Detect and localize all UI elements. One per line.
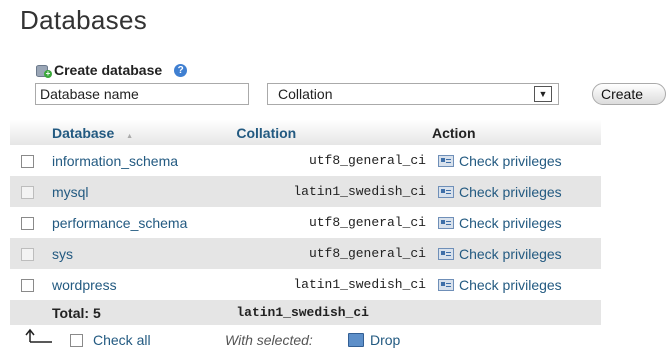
check-privileges-link[interactable]: Check privileges <box>459 184 562 200</box>
header-action: Action <box>431 120 601 145</box>
page-title: Databases <box>20 5 147 35</box>
row-checkbox[interactable] <box>21 186 34 200</box>
drop-icon <box>348 333 364 347</box>
table-header-row: Database ▲ Collation Action <box>10 120 601 145</box>
check-privileges-link[interactable]: Check privileges <box>459 153 562 169</box>
header-database[interactable]: Database ▲ <box>51 120 237 145</box>
create-database-heading: + Create database ? <box>36 62 188 78</box>
table-footer: Check all With selected: Drop <box>0 328 666 354</box>
drop-link[interactable]: Drop <box>370 332 400 348</box>
table-row: performance_schema utf8_general_ci Check… <box>10 207 601 238</box>
collation-cell: latin1_swedish_ci <box>236 176 432 207</box>
row-checkbox[interactable] <box>21 217 34 231</box>
collation-select[interactable]: Collation ▼ <box>267 83 559 105</box>
header-checkbox-cell <box>10 120 52 145</box>
table-row: information_schema utf8_general_ci Check… <box>10 145 601 176</box>
databases-table: Database ▲ Collation Action information_… <box>10 120 601 325</box>
table-row: sys utf8_general_ci Check privileges <box>10 238 601 269</box>
header-collation[interactable]: Collation <box>236 120 432 145</box>
drop-button[interactable]: Drop <box>348 332 400 348</box>
database-link[interactable]: performance_schema <box>52 215 187 231</box>
sort-ascending-icon: ▲ <box>126 132 134 140</box>
row-checkbox[interactable] <box>21 279 34 293</box>
table-row: wordpress latin1_swedish_ci Check privil… <box>10 269 601 300</box>
collation-cell: utf8_general_ci <box>236 145 432 176</box>
row-checkbox[interactable] <box>21 155 34 169</box>
database-add-icon: + <box>36 64 52 78</box>
privileges-icon <box>437 247 454 260</box>
header-database-label: Database <box>51 124 115 141</box>
privileges-icon <box>437 216 454 229</box>
collation-cell: utf8_general_ci <box>236 207 432 238</box>
check-all-checkbox[interactable] <box>70 333 83 347</box>
collation-cell: latin1_swedish_ci <box>236 269 432 300</box>
database-link[interactable]: mysql <box>52 184 89 200</box>
database-link[interactable]: information_schema <box>52 153 178 169</box>
privileges-icon <box>437 278 454 291</box>
check-privileges-link[interactable]: Check privileges <box>459 277 562 293</box>
row-checkbox[interactable] <box>21 248 34 262</box>
check-all-link[interactable]: Check all <box>93 332 151 348</box>
create-button[interactable]: Create <box>592 83 666 105</box>
arrow-up-icon <box>25 328 52 343</box>
create-database-label: Create database <box>54 62 163 78</box>
with-selected-label: With selected: <box>225 332 313 348</box>
check-privileges-link[interactable]: Check privileges <box>459 215 562 231</box>
help-icon[interactable]: ? <box>174 63 188 77</box>
total-label: Total: 5 <box>51 300 237 325</box>
total-row: Total: 5 latin1_swedish_ci <box>10 300 601 325</box>
database-link[interactable]: sys <box>52 246 73 262</box>
check-all-control[interactable]: Check all <box>70 332 151 348</box>
privileges-icon <box>437 185 454 198</box>
table-row: mysql latin1_swedish_ci Check privileges <box>10 176 601 207</box>
total-collation: latin1_swedish_ci <box>236 300 432 325</box>
database-name-input[interactable] <box>35 83 249 105</box>
collation-cell: utf8_general_ci <box>236 238 432 269</box>
database-link[interactable]: wordpress <box>52 277 117 293</box>
collation-select-value: Collation <box>278 86 333 102</box>
privileges-icon <box>437 154 454 167</box>
check-privileges-link[interactable]: Check privileges <box>459 246 562 262</box>
chevron-down-icon: ▼ <box>534 86 552 102</box>
